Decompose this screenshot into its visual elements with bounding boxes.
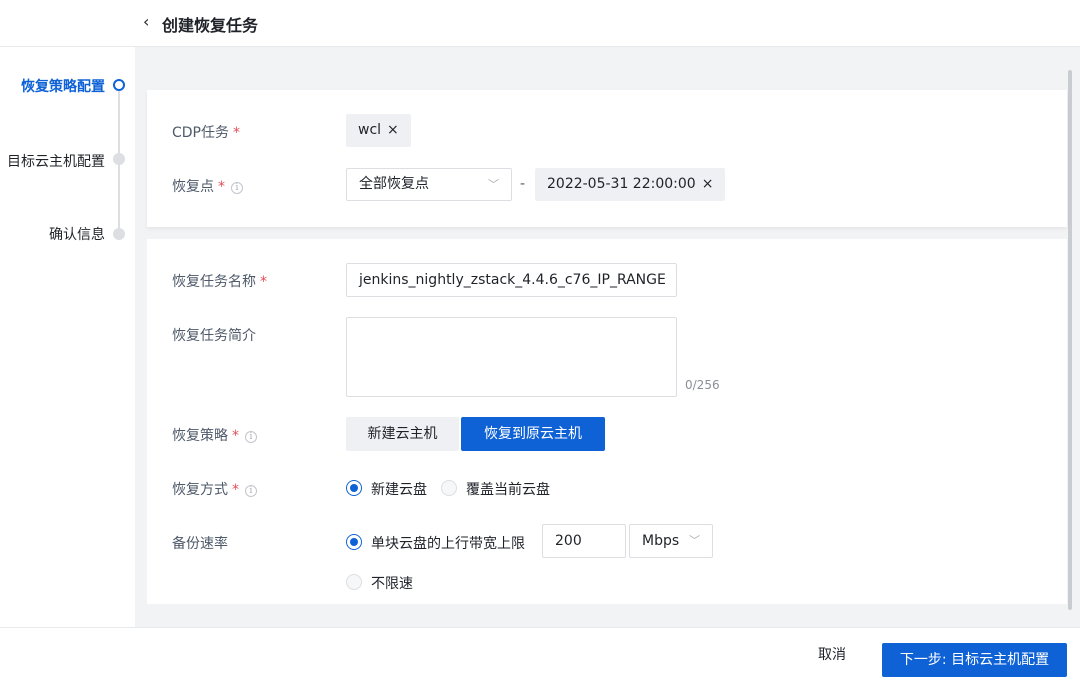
required-mark: * (232, 482, 239, 498)
bandwidth-input[interactable]: 200 (542, 524, 626, 558)
cdp-task-tag: wcl × (346, 114, 411, 147)
unlimited-label[interactable]: 不限速 (371, 573, 413, 593)
required-mark: * (218, 179, 225, 195)
task-name-label: 恢复任务名称 * (172, 274, 267, 290)
step-pending-dot-icon (113, 228, 125, 240)
next-step-button[interactable]: 下一步: 目标云主机配置 (882, 643, 1067, 677)
step-target-vm-config[interactable]: 目标云主机配置 (7, 151, 105, 171)
cancel-button[interactable]: 取消 (818, 644, 846, 664)
recovery-point-select[interactable]: 全部恢复点 ﹀ (346, 168, 512, 201)
chevron-down-icon: ﹀ (488, 178, 499, 191)
new-disk-label[interactable]: 新建云盘 (371, 479, 427, 499)
backup-rate-label: 备份速率 (172, 536, 228, 552)
top-bar: ‹ 创建恢复任务 (0, 0, 1080, 47)
close-icon[interactable]: × (702, 176, 714, 192)
info-icon[interactable]: i (231, 182, 243, 194)
new-disk-radio[interactable] (346, 480, 362, 496)
source-card: CDP任务 * wcl × 恢复点 * i 全部恢复点 ﹀ - 2022-05-31 2… (147, 90, 1067, 227)
unlimited-radio[interactable] (346, 574, 362, 590)
page-title: 创建恢复任务 (162, 16, 259, 35)
bandwidth-unit-select[interactable]: Mbps ﹀ (629, 524, 713, 558)
task-card: 恢复任务名称 * jenkins_nightly_zstack_4.4.6_c76… (147, 239, 1067, 604)
step-confirm-info[interactable]: 确认信息 (49, 224, 105, 244)
restore-original-vm-option[interactable]: 恢复到原云主机 (461, 417, 605, 451)
recovery-point-label: 恢复点 * i (172, 176, 243, 196)
method-label: 恢复方式 * i (172, 479, 257, 499)
task-name-input[interactable]: jenkins_nightly_zstack_4.4.6_c76_IP_RANG… (346, 263, 677, 297)
strategy-label: 恢复策略 * i (172, 425, 257, 445)
recovery-time-tag: 2022-05-31 22:00:00 × (535, 168, 726, 201)
chevron-down-icon: ﹀ (689, 534, 700, 547)
task-desc-textarea[interactable] (346, 317, 677, 397)
info-icon[interactable]: i (245, 485, 257, 497)
bandwidth-unit-value: Mbps (642, 533, 680, 549)
required-mark: * (260, 274, 267, 290)
cdp-task-label: CDP任务 * (172, 125, 240, 141)
char-counter: 0/256 (685, 378, 720, 392)
info-icon[interactable]: i (245, 431, 257, 443)
range-separator: - (520, 176, 526, 192)
bandwidth-limit-label[interactable]: 单块云盘的上行带宽上限 (371, 533, 525, 553)
task-desc-label: 恢复任务简介 (172, 328, 256, 344)
step-pending-dot-icon (113, 153, 125, 165)
cdp-task-tag-label: wcl (358, 122, 382, 138)
footer: 取消 下一步: 目标云主机配置 (0, 627, 1080, 681)
required-mark: * (233, 125, 240, 141)
close-icon[interactable]: × (387, 122, 399, 138)
scrollbar[interactable] (1068, 70, 1072, 610)
bandwidth-limit-radio[interactable] (346, 534, 362, 550)
overwrite-disk-radio[interactable] (441, 480, 457, 496)
chevron-left-icon[interactable]: ‹ (143, 12, 149, 31)
overwrite-disk-label[interactable]: 覆盖当前云盘 (466, 479, 550, 499)
recovery-point-select-value: 全部恢复点 (359, 176, 429, 192)
stepper-line (118, 91, 120, 239)
step-strategy-config[interactable]: 恢复策略配置 (21, 76, 105, 96)
step-active-dot-icon (113, 79, 125, 91)
stepper: 恢复策略配置 目标云主机配置 确认信息 (0, 47, 135, 627)
recovery-time-tag-label: 2022-05-31 22:00:00 (547, 176, 696, 192)
required-mark: * (232, 428, 239, 444)
new-vm-option[interactable]: 新建云主机 (346, 417, 459, 451)
